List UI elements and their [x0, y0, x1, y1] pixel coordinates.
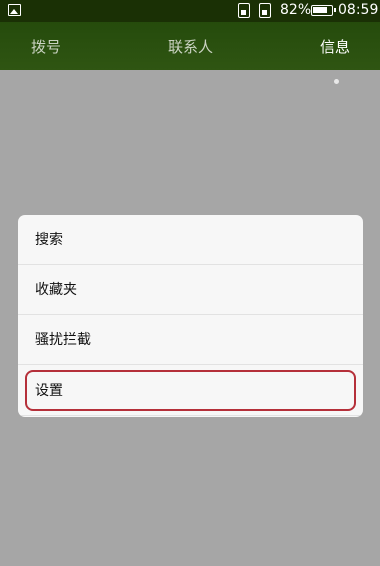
- settings-highlight-outline: [25, 370, 356, 411]
- menu-item-spam-block[interactable]: 骚扰拦截: [18, 315, 363, 365]
- menu-item-search[interactable]: 搜索: [18, 215, 363, 265]
- tab-dialer[interactable]: 拨号: [31, 36, 61, 57]
- tab-contacts[interactable]: 联系人: [168, 36, 213, 57]
- clock: 08:59: [338, 2, 379, 18]
- sim2-icon: [259, 3, 271, 18]
- tab-messages[interactable]: 信息: [320, 36, 350, 57]
- battery-fill: [313, 7, 327, 13]
- tab-bar: 拨号 联系人 信息: [0, 22, 380, 84]
- battery-icon: [311, 5, 336, 16]
- sim1-icon: [238, 3, 250, 18]
- status-bar: 82% 08:59: [0, 0, 380, 22]
- active-tab-indicator: [334, 79, 339, 84]
- options-menu: 搜索 收藏夹 骚扰拦截 设置: [18, 215, 363, 417]
- menu-item-favorites[interactable]: 收藏夹: [18, 265, 363, 315]
- picture-icon: [8, 4, 21, 16]
- battery-percent: 82%: [280, 2, 312, 18]
